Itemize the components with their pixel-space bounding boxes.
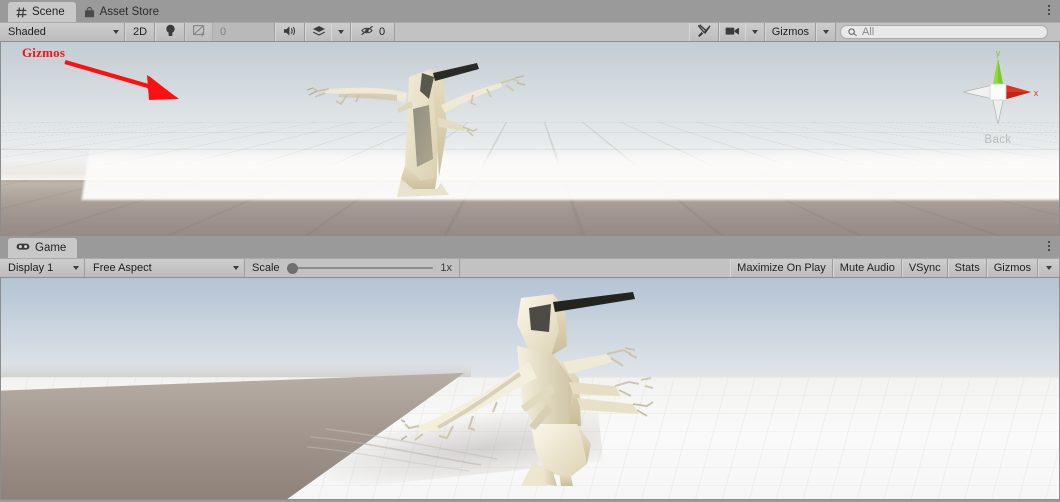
lightbulb-icon	[165, 24, 176, 40]
tab-scene[interactable]: Scene	[8, 2, 76, 22]
game-scale-slider-handle[interactable]	[286, 262, 298, 274]
scene-image-effects-value[interactable]: 0	[213, 23, 275, 41]
game-vsync-button[interactable]: VSync	[901, 259, 948, 277]
scene-panel-tabbar: Scene Asset Store	[0, 0, 1060, 22]
scene-gizmos-dropdown[interactable]	[816, 23, 836, 41]
chevron-down-icon	[823, 30, 829, 34]
tab-game[interactable]: Game	[8, 238, 78, 258]
scene-tree-object[interactable]	[301, 47, 561, 222]
game-panel-tabbar: Game	[0, 236, 1060, 258]
game-stats-label: Stats	[954, 262, 980, 274]
game-gizmos-button[interactable]: Gizmos	[986, 259, 1037, 277]
scene-gizmos-button[interactable]: Gizmos	[764, 23, 815, 41]
chevron-down-icon	[338, 30, 344, 34]
scene-2d-toggle[interactable]: 2D	[125, 23, 155, 41]
tab-game-label: Game	[35, 242, 67, 254]
gizmos-annotation-label: Gizmos	[22, 45, 66, 60]
scene-toolbar-spacer	[395, 23, 689, 41]
grid-hash-icon	[16, 7, 27, 18]
game-aspect-dropdown[interactable]: Free Aspect	[85, 259, 245, 277]
game-aspect-label: Free Aspect	[93, 262, 152, 274]
game-gizmos-label: Gizmos	[993, 262, 1031, 274]
scene-camera-dropdown[interactable]	[744, 23, 765, 41]
search-icon	[848, 27, 858, 37]
shopping-bag-icon	[84, 6, 95, 18]
unity-editor-window: Scene Asset Store Shaded 2D 0 0 Gizmos A…	[0, 0, 1060, 502]
game-mute-audio-button[interactable]: Mute Audio	[832, 259, 902, 277]
camera-icon	[725, 26, 740, 39]
game-scale-slider-group[interactable]: Scale 1x	[245, 259, 460, 277]
chevron-down-icon	[1046, 266, 1052, 270]
scene-view-viewport[interactable]: y x Back Gizmos	[0, 42, 1060, 236]
game-toolbar: Display 1 Free Aspect Scale 1x Maximize …	[0, 258, 1060, 278]
game-display-label: Display 1	[8, 262, 54, 274]
scene-fx-dropdown[interactable]	[331, 23, 351, 41]
scene-hidden-objects-count: 0	[378, 26, 386, 38]
scene-hidden-objects-toggle[interactable]: 0	[351, 23, 395, 41]
game-display-dropdown[interactable]: Display 1	[0, 259, 85, 277]
game-scale-slider[interactable]	[286, 262, 434, 274]
game-mute-audio-label: Mute Audio	[839, 262, 895, 274]
scene-image-effects-toggle[interactable]	[185, 23, 213, 41]
scene-draw-mode-label: Shaded	[8, 26, 46, 38]
chevron-down-icon	[751, 30, 758, 34]
game-maximize-on-play-label: Maximize On Play	[737, 262, 826, 274]
chevron-down-icon	[73, 266, 79, 270]
scene-lighting-toggle[interactable]	[155, 23, 185, 41]
red-arrow-annotation	[64, 59, 179, 100]
scene-panel-menu-button[interactable]	[1042, 2, 1056, 19]
tab-asset-store[interactable]: Asset Store	[75, 2, 171, 22]
scene-image-effects-number: 0	[220, 26, 227, 38]
scene-toolbar-right-pad	[1052, 23, 1060, 41]
game-gizmos-dropdown[interactable]	[1038, 259, 1060, 277]
game-toolbar-spacer	[460, 259, 731, 277]
game-root-shadow-detail	[306, 428, 498, 472]
gamepad-icon	[16, 242, 30, 254]
image-effects-icon	[192, 24, 206, 40]
game-maximize-on-play-button[interactable]: Maximize On Play	[730, 259, 833, 277]
scene-fx-toggle[interactable]	[305, 23, 331, 41]
chevron-down-icon	[113, 30, 119, 34]
speaker-icon	[283, 25, 297, 40]
tools-icon	[697, 24, 711, 40]
scene-audio-toggle[interactable]	[275, 23, 305, 41]
scene-2d-label: 2D	[132, 26, 148, 38]
layers-icon	[312, 25, 326, 40]
scene-tools-button[interactable]	[688, 23, 719, 41]
scene-draw-mode-dropdown[interactable]: Shaded	[0, 23, 125, 41]
game-stats-button[interactable]: Stats	[947, 259, 987, 277]
tab-asset-store-label: Asset Store	[99, 6, 160, 18]
scene-toolbar: Shaded 2D 0 0 Gizmos All	[0, 22, 1060, 42]
scene-gizmos-label: Gizmos	[771, 26, 809, 38]
game-scale-value: 1x	[440, 262, 452, 274]
game-view-viewport[interactable]	[0, 278, 1060, 500]
chevron-down-icon	[233, 266, 239, 270]
game-panel-menu-button[interactable]	[1042, 238, 1056, 255]
eye-slash-icon	[361, 25, 375, 39]
game-scale-label: Scale	[252, 262, 280, 274]
scene-search-input[interactable]: All	[862, 26, 874, 38]
scene-camera-button[interactable]	[718, 23, 745, 41]
scene-search-container: All	[836, 23, 1052, 41]
game-vsync-label: VSync	[908, 262, 941, 274]
tab-scene-label: Scene	[32, 6, 65, 18]
